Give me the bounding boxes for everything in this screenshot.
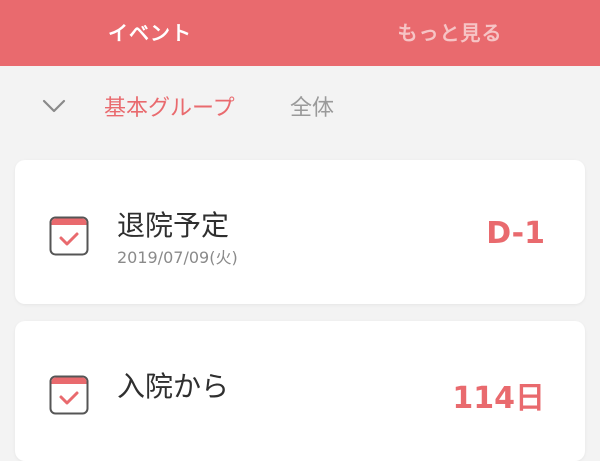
calendar-check-icon — [49, 216, 89, 256]
event-title: 入院から — [117, 370, 230, 403]
group-selector: 基本グループ 全体 — [0, 66, 600, 146]
calendar-check-icon — [49, 375, 89, 415]
event-card[interactable]: 入院から 114日 — [15, 321, 585, 461]
event-card[interactable]: 退院予定 2019/07/09(火) D-1 — [15, 160, 585, 304]
group-basic[interactable]: 基本グループ — [104, 90, 235, 122]
top-tab-bar: イベント もっと見る — [0, 0, 600, 66]
chevron-down-icon[interactable] — [41, 95, 67, 117]
tab-more[interactable]: もっと見る — [300, 0, 600, 66]
event-title: 退院予定 — [117, 209, 230, 242]
event-countdown: D-1 — [486, 216, 545, 251]
group-all[interactable]: 全体 — [290, 90, 334, 122]
event-date: 2019/07/09(火) — [117, 248, 238, 267]
tab-events[interactable]: イベント — [0, 0, 300, 66]
event-countdown: 114日 — [452, 381, 545, 416]
